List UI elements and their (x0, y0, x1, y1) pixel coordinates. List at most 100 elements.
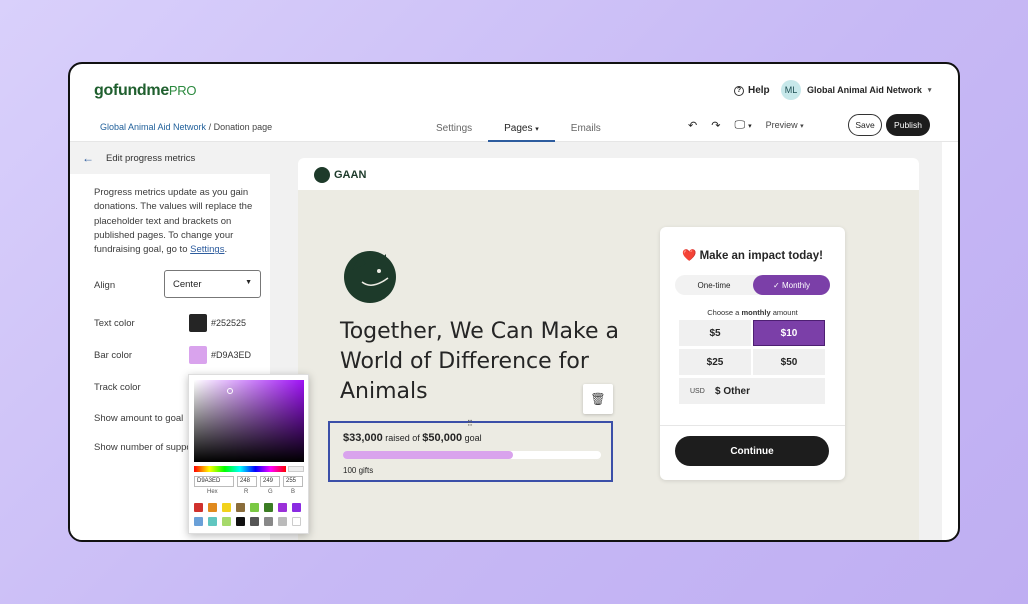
text-color-label: Text color (94, 318, 135, 329)
track-color-label: Track color (94, 382, 141, 393)
drag-handle-icon[interactable]: ⠿ (467, 419, 473, 428)
palette-swatch[interactable] (222, 517, 231, 526)
palette-swatch[interactable] (292, 503, 301, 512)
top-bar: gofundmePRO ? Help ML Global Animal Aid … (70, 64, 958, 116)
gifts-count: 100 gifts (343, 466, 374, 475)
continue-button[interactable]: Continue (675, 436, 829, 466)
palette-swatch[interactable] (194, 503, 203, 512)
currency-label: USD (690, 387, 705, 395)
show-goal-label[interactable]: Show amount to goal (94, 413, 183, 424)
b-input[interactable]: 255 (283, 476, 303, 487)
help-button[interactable]: ? Help (734, 85, 770, 96)
chevron-down-icon: ▼ (245, 279, 252, 286)
palette-swatch[interactable] (278, 517, 287, 526)
picker-handle[interactable] (227, 388, 233, 394)
align-select[interactable]: Center ▼ (164, 270, 261, 298)
main-tabs: Settings Pages ▾ Emails (420, 116, 617, 142)
g-input[interactable]: 249 (260, 476, 280, 487)
g-label: G (268, 489, 273, 495)
form-title: ❤️ Make an impact today! (682, 250, 823, 262)
editor-canvas: GAAN Together, We Can Make a World of Di… (270, 142, 942, 540)
text-color-hex: #252525 (211, 318, 247, 328)
progress-track (343, 451, 601, 459)
chevron-down-icon: ▾ (800, 123, 804, 130)
palette-swatch[interactable] (264, 517, 273, 526)
breadcrumb: Global Animal Aid Network / Donation pag… (100, 122, 273, 132)
amount-50-button[interactable]: $50 (753, 349, 825, 375)
b-label: B (291, 489, 296, 495)
progress-metric-block[interactable]: ⠿ $33,000 raised of $50,000 goal 100 gif… (328, 419, 613, 482)
rhino-illustration-icon (344, 251, 396, 303)
tab-pages[interactable]: Pages ▾ (488, 116, 555, 142)
palette-swatch[interactable] (236, 517, 245, 526)
chevron-down-icon: ▾ (748, 122, 752, 130)
chevron-down-icon: ▾ (927, 87, 932, 94)
bar-color-hex: #D9A3ED (211, 350, 252, 360)
bar-color-swatch[interactable] (189, 346, 207, 364)
monthly-option[interactable]: ✓ Monthly (753, 275, 830, 295)
amount-25-button[interactable]: $25 (679, 349, 751, 375)
org-name: Global Animal Aid Network (807, 85, 922, 95)
hue-slider[interactable] (194, 466, 286, 472)
r-label: R (244, 489, 249, 495)
avatar: ML (781, 80, 801, 100)
app-window: gofundmePRO ? Help ML Global Animal Aid … (68, 62, 960, 542)
palette-swatch[interactable] (236, 503, 245, 512)
save-button[interactable]: Save (848, 114, 882, 136)
settings-link[interactable]: Settings (190, 244, 224, 255)
gaan-logo: GAAN (314, 167, 366, 183)
question-circle-icon: ? (734, 85, 744, 96)
monitor-icon: 🖵 (734, 118, 746, 131)
gofundme-pro-logo[interactable]: gofundmePRO (94, 82, 197, 100)
choose-amount-label: Choose a monthly amount (707, 308, 798, 317)
other-amount-input[interactable]: USD $ Other (679, 378, 825, 404)
palette-swatch[interactable] (222, 503, 231, 512)
palette-swatch[interactable] (278, 503, 287, 512)
color-picker-popover: D9A3ED 248 249 255 Hex R G B (188, 374, 309, 534)
amount-5-button[interactable]: $5 (679, 320, 751, 346)
raised-summary: $33,000 raised of $50,000 goal (343, 432, 482, 444)
org-switcher[interactable]: ML Global Animal Aid Network ▾ (781, 80, 931, 100)
palette-swatch[interactable] (250, 517, 259, 526)
color-palette (194, 503, 306, 526)
bar-color-label: Bar color (94, 350, 133, 361)
breadcrumb-org-link[interactable]: Global Animal Aid Network (100, 122, 206, 132)
hex-input[interactable]: D9A3ED (194, 476, 234, 487)
device-toggle[interactable]: 🖵 ▾ (734, 119, 751, 132)
redo-icon[interactable]: ↷ (711, 119, 720, 132)
undo-icon[interactable]: ↶ (688, 119, 697, 132)
palette-swatch[interactable] (208, 517, 217, 526)
editor-toolbar: ↶ ↷ 🖵 ▾ Preview ▾ (688, 114, 804, 136)
text-color-swatch[interactable] (189, 314, 207, 332)
rhino-logo-icon (314, 167, 330, 183)
donation-form-card: ❤️ Make an impact today! One-time ✓ Mont… (660, 227, 845, 480)
preview-dropdown[interactable]: Preview ▾ (766, 120, 804, 130)
one-time-option[interactable]: One-time (675, 275, 753, 295)
tab-settings[interactable]: Settings (420, 116, 488, 142)
r-input[interactable]: 248 (237, 476, 257, 487)
tab-emails[interactable]: Emails (555, 116, 617, 142)
donation-page-preview: GAAN Together, We Can Make a World of Di… (298, 158, 919, 540)
palette-swatch[interactable] (250, 503, 259, 512)
sidebar-header: ← Edit progress metrics (70, 142, 270, 174)
breadcrumb-current: Donation page (213, 122, 273, 132)
divider (660, 425, 845, 426)
align-label: Align (94, 280, 116, 291)
progress-bar-fill (343, 451, 514, 459)
palette-swatch[interactable] (208, 503, 217, 512)
hex-label: Hex (207, 489, 218, 495)
nav-bar: Global Animal Aid Network / Donation pag… (70, 116, 958, 142)
palette-swatch[interactable] (264, 503, 273, 512)
palette-swatch[interactable] (194, 517, 203, 526)
alpha-slider[interactable] (288, 466, 304, 472)
trash-icon[interactable]: 🗑 (583, 384, 613, 414)
page-header: GAAN (298, 158, 919, 190)
saturation-value-area[interactable] (194, 380, 304, 462)
amount-10-button[interactable]: $10 (753, 320, 825, 346)
sidebar-description: Progress metrics update as you gain dona… (94, 187, 253, 256)
publish-button[interactable]: Publish (886, 114, 930, 136)
chevron-down-icon: ▾ (535, 126, 539, 133)
palette-swatch[interactable] (292, 517, 301, 526)
back-arrow-icon[interactable]: ← (70, 151, 106, 165)
frequency-toggle: One-time ✓ Monthly (675, 275, 830, 295)
